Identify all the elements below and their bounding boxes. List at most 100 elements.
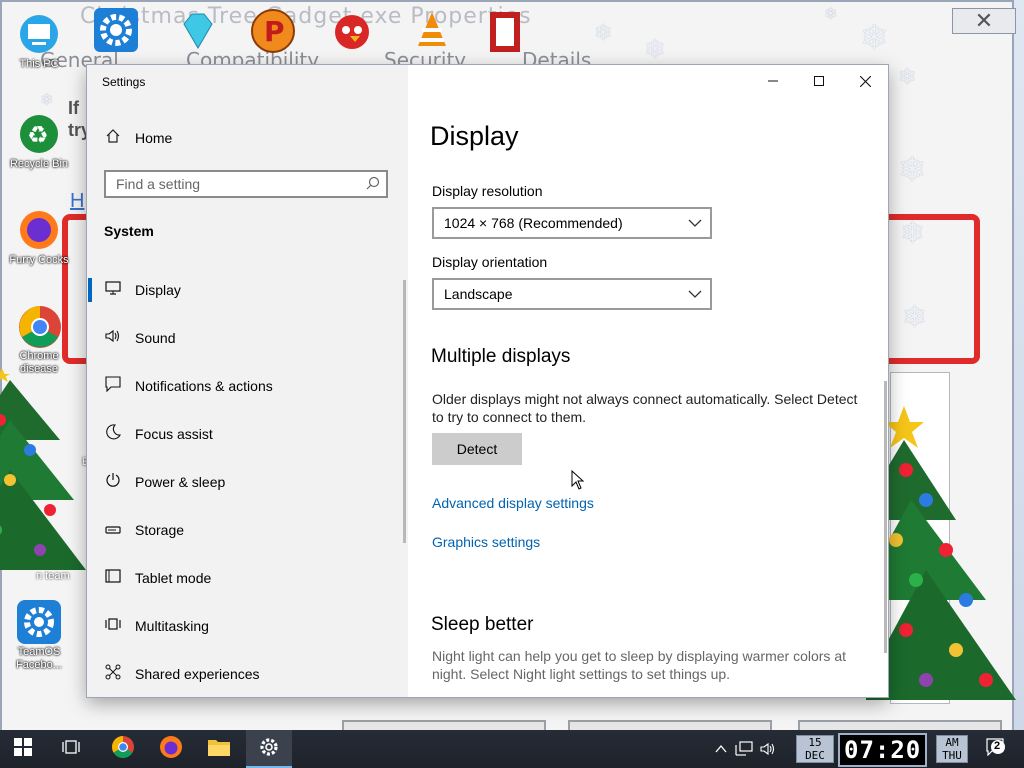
background-cancel-button[interactable]: Cancel	[568, 720, 772, 730]
christmas-tree-right	[866, 406, 1016, 700]
sidebar-item-power-sleep[interactable]: Power & sleep	[87, 458, 408, 506]
multiple-displays-text: Older displays might not always connect …	[432, 391, 858, 425]
sidebar-item-label: Focus assist	[135, 426, 213, 442]
graphics-settings-link[interactable]: Graphics settings	[432, 534, 540, 550]
minimize-button[interactable]	[750, 65, 796, 97]
vlc-icon[interactable]	[410, 8, 454, 52]
gear-icon[interactable]	[94, 8, 138, 52]
orientation-value: Landscape	[444, 286, 513, 302]
background-window-title: Christmas Tree Gadget.exe Properties	[80, 4, 532, 29]
window-title: Settings	[102, 75, 146, 89]
diamond-icon[interactable]	[176, 8, 220, 52]
clock-time[interactable]: 07:20	[838, 733, 928, 767]
nav-scrollbar[interactable]	[403, 280, 406, 543]
sidebar-item-label: Tablet mode	[135, 570, 212, 586]
clock-date[interactable]: 15 DEC	[796, 735, 834, 763]
multiple-displays-heading: Multiple displays	[431, 346, 571, 367]
sidebar-item-multitasking[interactable]: Multitasking	[87, 602, 408, 650]
desktop-icon-firefox[interactable]: Furry Cocks	[4, 208, 74, 267]
sleep-better-text: Night light can help you get to sleep by…	[432, 648, 846, 682]
snowflake-icon: ❄	[898, 151, 927, 189]
search-box[interactable]	[104, 170, 388, 198]
maximize-button[interactable]	[796, 65, 842, 97]
sidebar-item-shared-experiences[interactable]: Shared experiences	[87, 650, 408, 698]
door-app-icon[interactable]	[486, 8, 530, 52]
snowflake-icon: ❄	[860, 19, 889, 57]
p-app-icon[interactable]: P	[250, 8, 295, 53]
desktop-icon-label: This PC	[19, 58, 59, 70]
network-icon[interactable]	[734, 730, 754, 768]
svg-text:♻: ♻	[27, 121, 49, 149]
close-button[interactable]	[842, 65, 888, 97]
file-explorer-taskbar-button[interactable]	[196, 730, 242, 768]
desktop-icon-teamos[interactable]: TeamOS Facebo...	[4, 600, 74, 672]
resolution-value: 1024 × 768 (Recommended)	[444, 215, 623, 231]
sidebar-item-notifications[interactable]: Notifications & actions	[87, 362, 408, 410]
detect-button[interactable]: Detect	[432, 433, 522, 465]
firefox-icon	[17, 208, 61, 252]
advanced-display-settings-link[interactable]: Advanced display settings	[432, 495, 594, 511]
snowflake-icon: ❄	[644, 34, 666, 64]
orientation-dropdown[interactable]: Landscape	[432, 278, 712, 310]
task-view-button[interactable]	[48, 730, 94, 768]
sleep-better-heading: Sleep better	[431, 614, 534, 635]
section-heading: System	[104, 223, 154, 239]
notification-count: 2	[994, 740, 1001, 752]
desktop-icon-label: Furry Cocks	[9, 254, 69, 266]
settings-window: Settings Home System Display	[87, 65, 888, 697]
sidebar-item-focus-assist[interactable]: Focus assist	[87, 410, 408, 458]
chevron-up-icon[interactable]	[712, 730, 730, 768]
home-link[interactable]: Home	[87, 123, 408, 153]
sidebar-item-display[interactable]: Display	[87, 266, 408, 314]
volume-icon[interactable]	[758, 730, 780, 768]
chevron-down-icon	[688, 216, 702, 230]
clock-weekday: THU	[942, 749, 962, 762]
storage-icon	[104, 522, 122, 539]
sidebar-item-storage[interactable]: Storage	[87, 506, 408, 554]
settings-taskbar-button[interactable]	[246, 730, 292, 768]
shared-icon	[104, 664, 122, 684]
computer-icon	[17, 12, 61, 56]
snowflake-icon: ❄	[824, 6, 838, 23]
search-icon[interactable]	[366, 176, 380, 193]
desktop-icon-label: Recycle Bin	[9, 158, 69, 170]
clock-ampm: AM	[945, 736, 959, 749]
chevron-down-icon	[688, 287, 702, 301]
snowflake-icon: ❄	[902, 301, 928, 334]
orientation-label: Display orientation	[432, 254, 548, 270]
snowflake-icon: ❄	[40, 92, 54, 109]
angry-bird-icon[interactable]	[330, 8, 374, 52]
speaker-icon	[104, 329, 122, 347]
clock-ampm-weekday[interactable]: AM THU	[936, 735, 968, 763]
sidebar-item-tablet-mode[interactable]: Tablet mode	[87, 554, 408, 602]
content-scrollbar[interactable]	[884, 381, 887, 653]
background-apply-button[interactable]: Apply	[798, 720, 1002, 730]
start-button[interactable]	[0, 730, 46, 768]
search-input[interactable]	[106, 172, 356, 196]
recycle-bin-icon: ♻	[17, 112, 61, 156]
task-view-icon	[62, 739, 80, 760]
settings-content-pane: Display Display resolution 1024 × 768 (R…	[408, 65, 888, 697]
multitasking-icon	[104, 616, 122, 636]
desktop-icon-this-pc[interactable]: This PC	[4, 12, 74, 71]
sidebar-item-label: Multitasking	[135, 618, 209, 634]
firefox-icon	[159, 735, 183, 764]
chrome-taskbar-button[interactable]	[100, 730, 146, 768]
resolution-dropdown[interactable]: 1024 × 768 (Recommended)	[432, 207, 712, 239]
firefox-taskbar-button[interactable]	[148, 730, 194, 768]
taskbar: 15 DEC 07:20 AM THU 2	[0, 730, 1024, 768]
gear-icon	[17, 600, 61, 644]
page-title: Display	[430, 121, 519, 151]
home-icon	[105, 128, 121, 148]
tablet-icon	[104, 569, 122, 587]
chrome-icon	[111, 735, 135, 764]
settings-navigation-pane: Settings Home System Display	[87, 65, 408, 697]
sidebar-item-label: Notifications & actions	[135, 378, 273, 394]
sidebar-item-sound[interactable]: Sound	[87, 314, 408, 362]
desktop-icon-recycle-bin[interactable]: ♻ Recycle Bin	[4, 112, 74, 171]
snowflake-icon: ❄	[898, 64, 917, 89]
background-ok-button[interactable]: OK	[342, 720, 546, 730]
sidebar-item-label: Shared experiences	[135, 666, 260, 682]
settings-icon	[258, 736, 280, 763]
background-close-button[interactable]: ✕	[952, 8, 1016, 34]
